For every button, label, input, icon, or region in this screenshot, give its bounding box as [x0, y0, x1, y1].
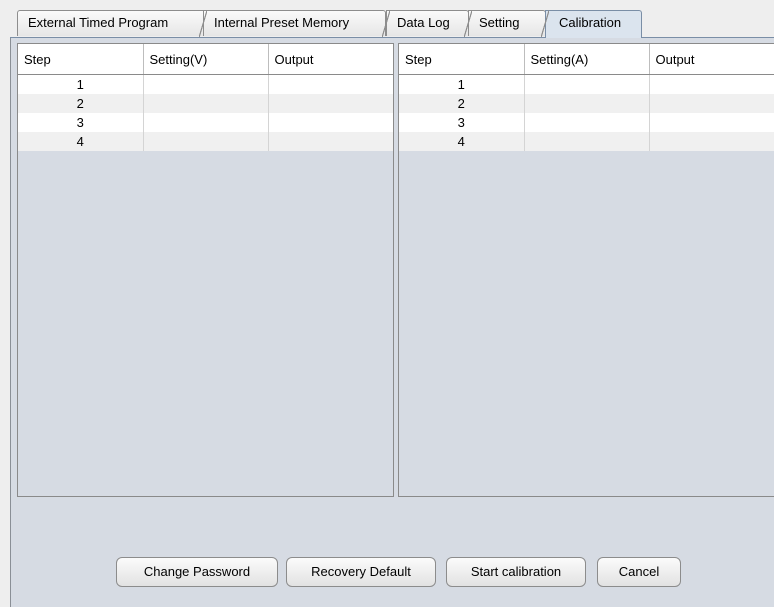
setting-cell[interactable] — [524, 94, 650, 113]
table-row[interactable]: 2 — [399, 94, 774, 113]
table-row[interactable]: 4 — [399, 132, 774, 151]
table-header-row: Step Setting(V) Output — [18, 44, 393, 75]
column-header-output[interactable]: Output — [649, 44, 774, 75]
step-cell[interactable]: 1 — [399, 74, 525, 94]
step-cell[interactable]: 4 — [18, 132, 144, 151]
output-cell[interactable] — [268, 94, 393, 113]
column-header-setting-a[interactable]: Setting(A) — [524, 44, 650, 75]
table-header-row: Step Setting(A) Output — [399, 44, 774, 75]
output-cell[interactable] — [268, 113, 393, 132]
voltage-calibration-table[interactable]: Step Setting(V) Output 1 2 3 4 — [17, 43, 394, 497]
column-header-output[interactable]: Output — [268, 44, 393, 75]
current-calibration-table[interactable]: Step Setting(A) Output 1 2 3 4 — [398, 43, 774, 497]
step-cell[interactable]: 4 — [399, 132, 525, 151]
tab-internal-preset-memory[interactable]: Internal Preset Memory — [199, 10, 386, 37]
output-cell[interactable] — [649, 113, 774, 132]
panel-top-border — [10, 37, 774, 38]
tab-calibration[interactable]: Calibration — [541, 10, 642, 38]
setting-cell[interactable] — [143, 132, 269, 151]
step-cell[interactable]: 1 — [18, 74, 144, 94]
table-row[interactable]: 1 — [399, 74, 774, 94]
setting-cell[interactable] — [143, 74, 269, 94]
column-header-setting-v[interactable]: Setting(V) — [143, 44, 269, 75]
tab-data-log[interactable]: Data Log — [382, 10, 469, 37]
start-calibration-button[interactable]: Start calibration — [446, 557, 586, 587]
tab-external-timed-program[interactable]: External Timed Program — [17, 10, 207, 36]
output-cell[interactable] — [268, 132, 393, 151]
table-row[interactable]: 3 — [18, 113, 393, 132]
setting-cell[interactable] — [143, 94, 269, 113]
table-row[interactable]: 4 — [18, 132, 393, 151]
table-row[interactable]: 3 — [399, 113, 774, 132]
output-cell[interactable] — [649, 74, 774, 94]
cancel-button[interactable]: Cancel — [597, 557, 681, 587]
setting-cell[interactable] — [524, 74, 650, 94]
step-cell[interactable]: 3 — [399, 113, 525, 132]
table-row[interactable]: 1 — [18, 74, 393, 94]
output-cell[interactable] — [268, 74, 393, 94]
output-cell[interactable] — [649, 132, 774, 151]
output-cell[interactable] — [649, 94, 774, 113]
setting-cell[interactable] — [524, 132, 650, 151]
setting-cell[interactable] — [143, 113, 269, 132]
column-header-step[interactable]: Step — [399, 44, 525, 75]
setting-cell[interactable] — [524, 113, 650, 132]
step-cell[interactable]: 2 — [399, 94, 525, 113]
step-cell[interactable]: 2 — [18, 94, 144, 113]
recovery-default-button[interactable]: Recovery Default — [286, 557, 436, 587]
table-row[interactable]: 2 — [18, 94, 393, 113]
step-cell[interactable]: 3 — [18, 113, 144, 132]
change-password-button[interactable]: Change Password — [116, 557, 278, 587]
column-header-step[interactable]: Step — [18, 44, 144, 75]
tab-setting[interactable]: Setting — [464, 10, 546, 37]
